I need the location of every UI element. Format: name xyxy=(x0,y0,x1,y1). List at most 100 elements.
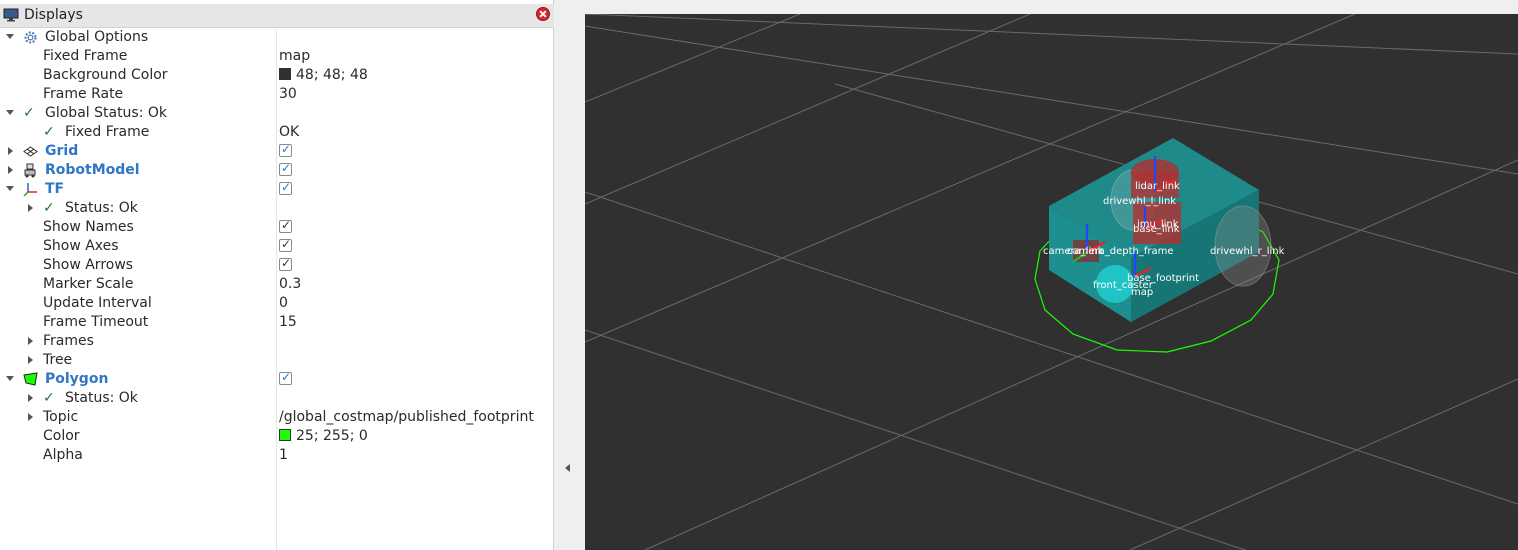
row-label: Frame Timeout xyxy=(43,314,149,330)
grid xyxy=(585,14,1518,550)
tree-row-frames[interactable]: Frames xyxy=(0,332,553,351)
tf-axes-icon xyxy=(23,183,37,197)
frame-label-base: base_link xyxy=(1133,224,1180,235)
scene[interactable]: lidar_link drivewhl_l_link imu_link base… xyxy=(585,14,1518,550)
background-color-value[interactable]: 48; 48; 48 xyxy=(279,67,368,83)
frame-label-camera-depth: camera_depth_frame xyxy=(1067,246,1174,257)
expand-arrow-icon[interactable] xyxy=(6,376,14,381)
tree-row-global-options[interactable]: Global Options xyxy=(0,28,553,47)
collapse-arrow-icon[interactable] xyxy=(28,394,33,402)
tree-row-tf[interactable]: TF xyxy=(0,180,553,199)
show-arrows-checkbox[interactable] xyxy=(279,256,292,271)
tree-row-robotmodel[interactable]: RobotModel xyxy=(0,161,553,180)
frame-label-map: map xyxy=(1131,287,1153,298)
row-label: Show Arrows xyxy=(43,257,134,273)
collapse-arrow-icon[interactable] xyxy=(28,204,33,212)
row-label: Show Names xyxy=(43,219,134,235)
tree-row-polygon-status[interactable]: ✓ Status: Ok xyxy=(0,389,553,408)
row-label: Status: Ok xyxy=(65,200,138,216)
row-label: Status: Ok xyxy=(65,390,138,406)
frame-timeout-value[interactable]: 15 xyxy=(279,314,297,330)
checkmark-icon: ✓ xyxy=(23,105,35,121)
tree-row-show-arrows[interactable]: Show Arrows xyxy=(0,256,553,275)
update-interval-value[interactable]: 0 xyxy=(279,295,288,311)
row-label: Marker Scale xyxy=(43,276,134,292)
marker-scale-value[interactable]: 0.3 xyxy=(279,276,301,292)
grid-icon xyxy=(23,146,38,157)
robotmodel-enabled-checkbox[interactable] xyxy=(279,161,292,176)
row-label: Grid xyxy=(45,143,79,159)
row-label: Alpha xyxy=(43,447,83,463)
background-color-text: 48; 48; 48 xyxy=(296,67,368,83)
polygon-icon xyxy=(23,372,38,386)
expand-arrow-icon[interactable] xyxy=(6,186,14,191)
row-label: Background Color xyxy=(43,67,168,83)
row-label: Color xyxy=(43,428,80,444)
robot-icon xyxy=(24,163,36,178)
alpha-value[interactable]: 1 xyxy=(279,447,288,463)
row-label: Polygon xyxy=(45,371,109,387)
grid-enabled-checkbox[interactable] xyxy=(279,142,292,157)
displays-header: Displays xyxy=(0,4,554,28)
row-label: Show Axes xyxy=(43,238,119,254)
panel-splitter[interactable] xyxy=(556,0,584,550)
monitor-icon xyxy=(3,8,19,22)
frame-rate-value[interactable]: 30 xyxy=(279,86,297,102)
tree-row-update-interval[interactable]: Update Interval 0 xyxy=(0,294,553,313)
tree-row-alpha[interactable]: Alpha 1 xyxy=(0,446,553,465)
tree-row-show-axes[interactable]: Show Axes xyxy=(0,237,553,256)
tree-row-marker-scale[interactable]: Marker Scale 0.3 xyxy=(0,275,553,294)
tree-row-fixed-frame[interactable]: Fixed Frame map xyxy=(0,47,553,66)
tf-enabled-checkbox[interactable] xyxy=(279,180,292,195)
show-axes-checkbox[interactable] xyxy=(279,237,292,252)
color-swatch[interactable] xyxy=(279,68,291,80)
checkmark-icon: ✓ xyxy=(43,124,55,140)
tree-row-frame-rate[interactable]: Frame Rate 30 xyxy=(0,85,553,104)
expand-arrow-icon[interactable] xyxy=(6,110,14,115)
close-panel-button[interactable] xyxy=(536,7,550,21)
collapse-arrow-icon[interactable] xyxy=(28,413,33,421)
row-label: TF xyxy=(45,181,65,197)
tree-row-show-names[interactable]: Show Names xyxy=(0,218,553,237)
checkmark-icon: ✓ xyxy=(43,200,55,216)
row-label: Tree xyxy=(43,352,73,368)
color-value[interactable]: 25; 255; 0 xyxy=(279,428,368,444)
status-value: OK xyxy=(279,124,300,140)
row-label: Frame Rate xyxy=(43,86,124,102)
3d-render-view[interactable]: lidar_link drivewhl_l_link imu_link base… xyxy=(585,14,1518,550)
row-label: Frames xyxy=(43,333,94,349)
tree-row-global-status[interactable]: ✓ Global Status: Ok xyxy=(0,104,553,123)
fixed-frame-value[interactable]: map xyxy=(279,48,310,64)
gear-icon xyxy=(24,31,37,44)
collapse-arrow-icon[interactable] xyxy=(8,166,13,174)
color-text: 25; 255; 0 xyxy=(296,428,368,444)
row-label: RobotModel xyxy=(45,162,140,178)
collapse-arrow-icon[interactable] xyxy=(28,337,33,345)
row-label: Fixed Frame xyxy=(65,124,150,140)
tree-row-polygon[interactable]: Polygon xyxy=(0,370,553,389)
row-label: Topic xyxy=(43,409,79,425)
tree-row-color[interactable]: Color 25; 255; 0 xyxy=(0,427,553,446)
show-names-checkbox[interactable] xyxy=(279,218,292,233)
displays-panel: Displays Global Options Fixed Frame map … xyxy=(0,0,554,550)
tree-row-grid[interactable]: Grid xyxy=(0,142,553,161)
tree-row-status-fixed-frame[interactable]: ✓ Fixed Frame OK xyxy=(0,123,553,142)
tree-row-tree[interactable]: Tree xyxy=(0,351,553,370)
expand-arrow-icon[interactable] xyxy=(6,34,14,39)
tree-row-background-color[interactable]: Background Color 48; 48; 48 xyxy=(0,66,553,85)
tree-row-frame-timeout[interactable]: Frame Timeout 15 xyxy=(0,313,553,332)
panel-title: Displays xyxy=(24,7,83,23)
collapse-arrow-icon[interactable] xyxy=(8,147,13,155)
row-label: Global Options xyxy=(45,29,149,45)
color-swatch[interactable] xyxy=(279,429,291,441)
tree-row-topic[interactable]: Topic /global_costmap/published_footprin… xyxy=(0,408,553,427)
polygon-enabled-checkbox[interactable] xyxy=(279,370,292,385)
collapse-arrow-icon[interactable] xyxy=(28,356,33,364)
frame-label-drivewhl-r: drivewhl_r_link xyxy=(1210,246,1285,257)
row-label: Global Status: Ok xyxy=(45,105,168,121)
frame-label-drivewhl-l: drivewhl_l_link xyxy=(1103,196,1176,207)
row-label: Fixed Frame xyxy=(43,48,128,64)
collapse-left-arrow-icon[interactable] xyxy=(565,464,570,472)
topic-value[interactable]: /global_costmap/published_footprint xyxy=(279,409,534,425)
tree-row-tf-status[interactable]: ✓ Status: Ok xyxy=(0,199,553,218)
